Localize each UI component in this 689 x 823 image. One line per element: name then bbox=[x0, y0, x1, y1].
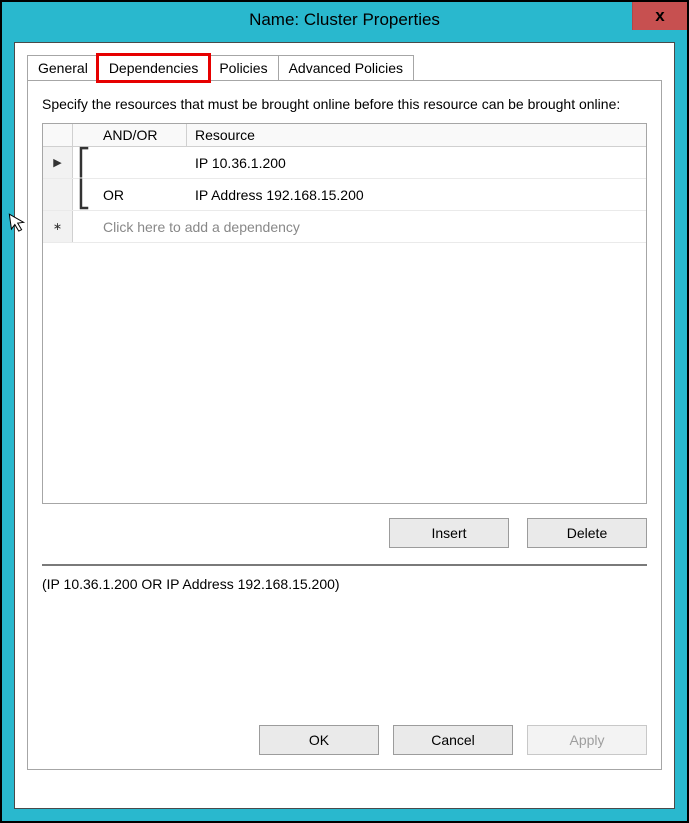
close-button[interactable]: x bbox=[632, 2, 687, 30]
delete-button[interactable]: Delete bbox=[527, 518, 647, 548]
grid-row[interactable]: ⎣ OR IP Address 192.168.15.200 bbox=[43, 179, 646, 211]
titlebar[interactable]: Name: Cluster Properties x bbox=[2, 2, 687, 38]
dialog-button-row: OK Cancel Apply bbox=[259, 725, 647, 755]
tab-dependencies[interactable]: Dependencies bbox=[98, 55, 210, 81]
apply-button[interactable]: Apply bbox=[527, 725, 647, 755]
tab-policies[interactable]: Policies bbox=[208, 55, 278, 81]
grid-header-selector bbox=[43, 124, 73, 147]
grid-header-bracket bbox=[73, 124, 95, 147]
grid-add-row[interactable]: ∗ Click here to add a dependency bbox=[43, 211, 646, 243]
close-icon: x bbox=[655, 6, 664, 26]
grid-empty-area bbox=[43, 243, 646, 503]
tabstrip: General Dependencies Policies Advanced P… bbox=[27, 55, 662, 81]
window-body: General Dependencies Policies Advanced P… bbox=[14, 42, 675, 809]
new-row-icon: ∗ bbox=[43, 211, 73, 242]
window-title: Name: Cluster Properties bbox=[2, 10, 687, 30]
bracket-icon: ⎡ bbox=[73, 147, 95, 178]
instructions-text: Specify the resources that must be broug… bbox=[42, 95, 647, 113]
insert-button[interactable]: Insert bbox=[389, 518, 509, 548]
grid-body: ▶ ⎡ IP 10.36.1.200 ⎣ OR IP Address 192.1… bbox=[43, 147, 646, 503]
bracket-icon: ⎣ bbox=[73, 179, 95, 210]
window-frame: Name: Cluster Properties x General Depen… bbox=[0, 0, 689, 823]
resource-cell[interactable]: IP Address 192.168.15.200 bbox=[187, 179, 646, 210]
row-selector-icon bbox=[43, 179, 73, 210]
andor-cell[interactable] bbox=[95, 147, 187, 178]
dependency-expression: (IP 10.36.1.200 OR IP Address 192.168.15… bbox=[42, 576, 647, 592]
grid-header-andor: AND/OR bbox=[95, 124, 187, 147]
tab-advanced-policies[interactable]: Advanced Policies bbox=[278, 55, 414, 81]
andor-cell[interactable]: OR bbox=[95, 179, 187, 210]
grid-row[interactable]: ▶ ⎡ IP 10.36.1.200 bbox=[43, 147, 646, 179]
tab-general[interactable]: General bbox=[27, 55, 99, 81]
dependencies-grid[interactable]: AND/OR Resource ▶ ⎡ IP 10.36.1.200 ⎣ OR … bbox=[42, 123, 647, 504]
row-selector-icon: ▶ bbox=[43, 147, 73, 178]
add-dependency-placeholder[interactable]: Click here to add a dependency bbox=[95, 211, 646, 242]
tab-panel-dependencies: Specify the resources that must be broug… bbox=[27, 80, 662, 770]
resource-cell[interactable]: IP 10.36.1.200 bbox=[187, 147, 646, 178]
bracket-icon bbox=[73, 211, 95, 242]
ok-button[interactable]: OK bbox=[259, 725, 379, 755]
divider bbox=[42, 564, 647, 566]
grid-button-row: Insert Delete bbox=[42, 518, 647, 548]
cancel-button[interactable]: Cancel bbox=[393, 725, 513, 755]
grid-header-resource: Resource bbox=[187, 124, 646, 147]
grid-header: AND/OR Resource bbox=[43, 124, 646, 147]
